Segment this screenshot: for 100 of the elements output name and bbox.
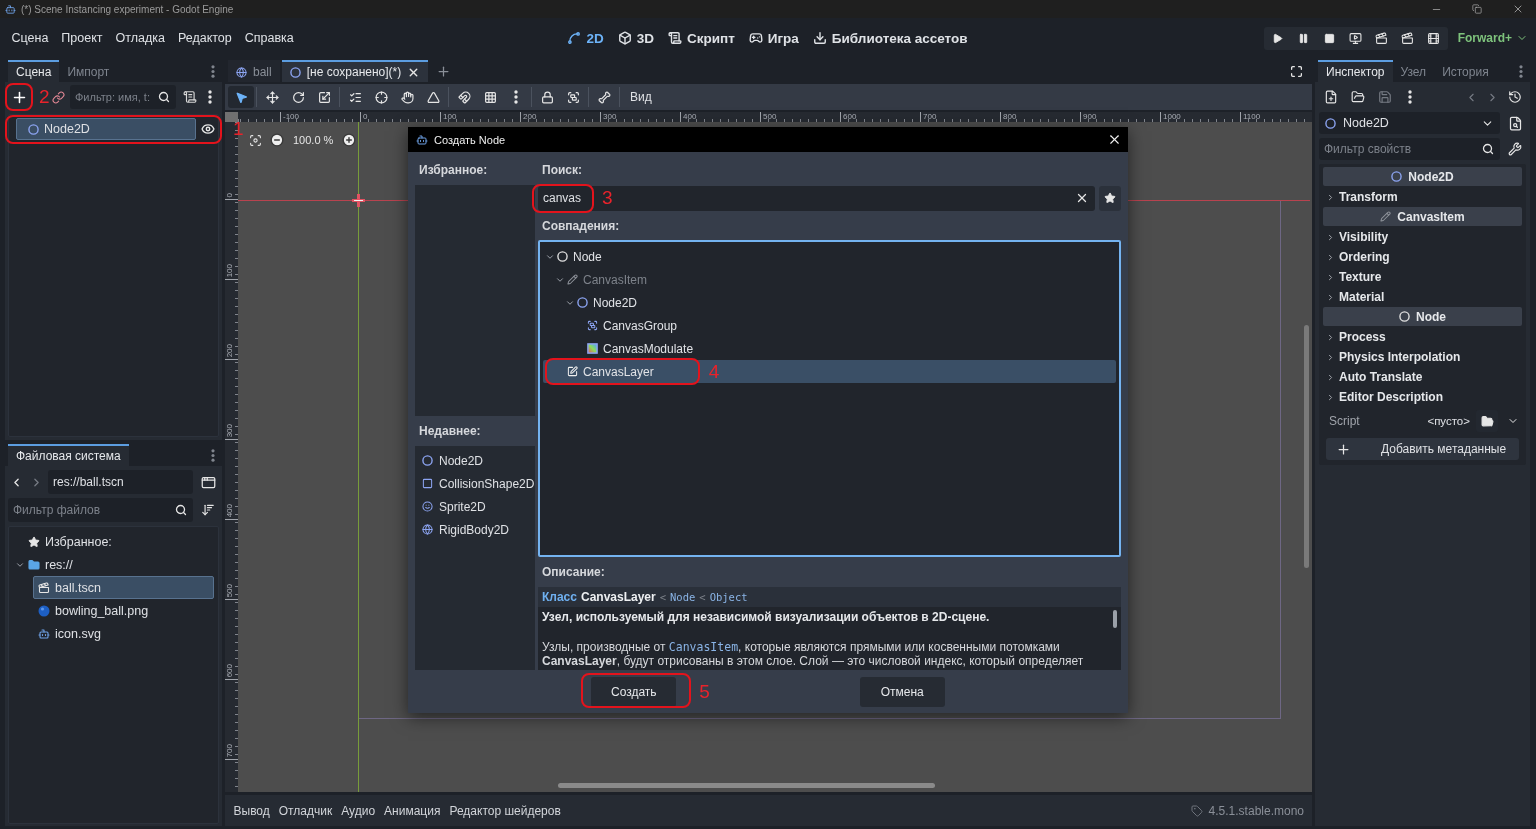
property-group[interactable]: Editor Description xyxy=(1323,387,1522,407)
focus-icon xyxy=(248,133,262,147)
view-menu-button[interactable]: Вид xyxy=(622,86,660,108)
node-selector[interactable]: Node2D xyxy=(1319,112,1500,134)
description-text: Узлы, производные от CanvasItem, которые являются прямыми или косвенными потомками CanvasLayer, будут отрисованы в этом слое. Слой — это числовой индекс, который определяет xyxy=(542,640,1085,668)
clapperboard-icon xyxy=(1375,31,1389,45)
recent-node-item[interactable]: Node2D xyxy=(415,449,535,472)
file-tree-item[interactable]: res:// xyxy=(9,553,214,576)
bottom-panel-tab[interactable]: Отладчик xyxy=(274,798,337,823)
bottom-panel-tab[interactable]: Вывод xyxy=(229,798,275,823)
dock-tab[interactable]: Инспектор xyxy=(1318,60,1393,82)
horizontal-scrollbar[interactable] xyxy=(558,783,935,788)
window-icon xyxy=(200,474,216,490)
ruler-label: 400 xyxy=(225,503,234,517)
path-field[interactable]: res://ball.tscn xyxy=(48,470,193,494)
annotation-number: 3 xyxy=(602,188,613,208)
zoom-in-icon xyxy=(342,133,357,147)
recent-node-item[interactable]: RigidBody2D xyxy=(415,518,535,541)
robot-icon xyxy=(5,3,16,15)
folder-icon xyxy=(28,558,40,571)
menu-item[interactable]: Отладка xyxy=(109,25,172,51)
property-filter-field[interactable]: Фильтр свойств xyxy=(1319,138,1500,160)
workspace-tab[interactable]: Библиотека ассетов xyxy=(812,25,968,51)
bottom-panel-tab[interactable]: Аудио xyxy=(336,798,380,823)
menu-item[interactable]: Сцена xyxy=(5,25,55,51)
stop-icon xyxy=(1324,32,1336,44)
menu-item[interactable]: Редактор xyxy=(171,25,239,51)
ruler-corner xyxy=(225,112,238,122)
filter-field[interactable]: Фильтр файлов xyxy=(8,498,193,522)
pointer-icon xyxy=(234,90,248,104)
load-script-button[interactable] xyxy=(1476,410,1498,432)
dock-tab[interactable]: Узел xyxy=(1392,60,1435,82)
menu-item[interactable]: Справка xyxy=(238,25,301,51)
node-type-item[interactable]: Node xyxy=(543,245,1116,268)
ball-icon xyxy=(38,604,50,617)
description-scrollbar[interactable] xyxy=(1113,610,1117,628)
more-icon xyxy=(211,64,215,78)
checklist-icon xyxy=(348,90,362,104)
recent-node-item[interactable]: Sprite2D xyxy=(415,495,535,518)
zoom-out-button[interactable] xyxy=(268,131,286,149)
circle-icon xyxy=(577,297,588,308)
dock-tab[interactable]: История xyxy=(1434,60,1497,82)
property-group[interactable]: Visibility xyxy=(1323,227,1522,247)
property-group[interactable]: Texture xyxy=(1323,267,1522,287)
scene-tab[interactable]: ball xyxy=(228,60,280,82)
scene-tree-item[interactable]: Node2D xyxy=(16,118,196,140)
file-tree-item[interactable]: bowling_ball.png xyxy=(33,599,214,622)
renderer-button[interactable]: Forward+ xyxy=(1455,27,1530,49)
bottom-panel-tab[interactable]: Анимация xyxy=(379,798,445,823)
section-label: Поиск: xyxy=(541,162,583,179)
circle-icon xyxy=(1325,117,1336,129)
file-search-icon xyxy=(1507,115,1523,131)
property-group[interactable]: Ordering xyxy=(1323,247,1522,267)
scene-tab[interactable]: [не сохранено](*) xyxy=(281,60,429,82)
workspace-tab[interactable]: 2D xyxy=(567,25,604,51)
dock-tab[interactable]: Импорт xyxy=(59,60,118,82)
scale-icon xyxy=(317,90,331,104)
vertical-scrollbar[interactable] xyxy=(1304,325,1309,568)
pencil-icon xyxy=(1380,211,1392,222)
workspace-tab[interactable]: Скрипт xyxy=(667,25,735,51)
class-link[interactable]: Object xyxy=(709,591,748,603)
circle-icon xyxy=(1399,311,1410,322)
clapperboard-icon xyxy=(38,581,50,594)
dialog-button[interactable]: Отмена xyxy=(859,676,945,707)
property-group[interactable]: Material xyxy=(1323,287,1522,307)
workspace-tab[interactable]: Игра xyxy=(748,25,799,51)
property-group[interactable]: Auto Translate xyxy=(1323,367,1522,387)
version-label: 4.5.1.stable.mono xyxy=(1208,803,1304,818)
circle-icon xyxy=(289,66,301,78)
recent-node-item[interactable]: CollisionShape2D xyxy=(415,472,535,495)
property-group[interactable]: Physics Interpolation xyxy=(1323,347,1522,367)
dock-tab[interactable]: Сцена xyxy=(8,60,60,82)
close-icon xyxy=(1512,3,1524,15)
favorites-item[interactable]: Избранное: xyxy=(9,530,214,553)
bottom-panel-tab[interactable]: Редактор шейдеров xyxy=(444,798,566,823)
file-tree-item[interactable]: icon.svg xyxy=(33,622,214,645)
favorite-button[interactable] xyxy=(1099,185,1121,211)
save-icon xyxy=(1378,90,1392,104)
dock-tab[interactable]: Файловая система xyxy=(8,444,129,466)
filter-field[interactable]: Фильтр: имя, t: xyxy=(70,85,176,109)
dialog-button[interactable]: Создать xyxy=(591,676,677,707)
class-link[interactable]: Node xyxy=(670,591,696,603)
property-group[interactable]: Process xyxy=(1323,327,1522,347)
file-tree-item[interactable]: ball.tscn xyxy=(33,576,214,599)
add-metadata-button[interactable]: Добавить метаданные xyxy=(1326,438,1519,460)
ruler-label: 300 xyxy=(225,423,234,437)
history-icon xyxy=(1508,90,1522,104)
menu-item[interactable]: Проект xyxy=(54,25,110,51)
property-group[interactable]: Transform xyxy=(1323,187,1522,207)
search-icon xyxy=(175,504,187,516)
plus-icon xyxy=(1336,441,1351,457)
ruler-label: 700 xyxy=(225,743,234,757)
zoom-reset-button[interactable]: 100.0 % xyxy=(290,131,337,149)
script-value-button[interactable]: <пусто> xyxy=(1425,410,1470,432)
tool-button[interactable] xyxy=(228,86,254,108)
triangle-icon xyxy=(426,90,440,104)
circle-icon xyxy=(557,251,568,262)
workspace-tab[interactable]: 3D xyxy=(617,25,654,51)
ruler-label: 200 xyxy=(225,343,234,357)
ruler-label: 100 xyxy=(225,263,234,277)
